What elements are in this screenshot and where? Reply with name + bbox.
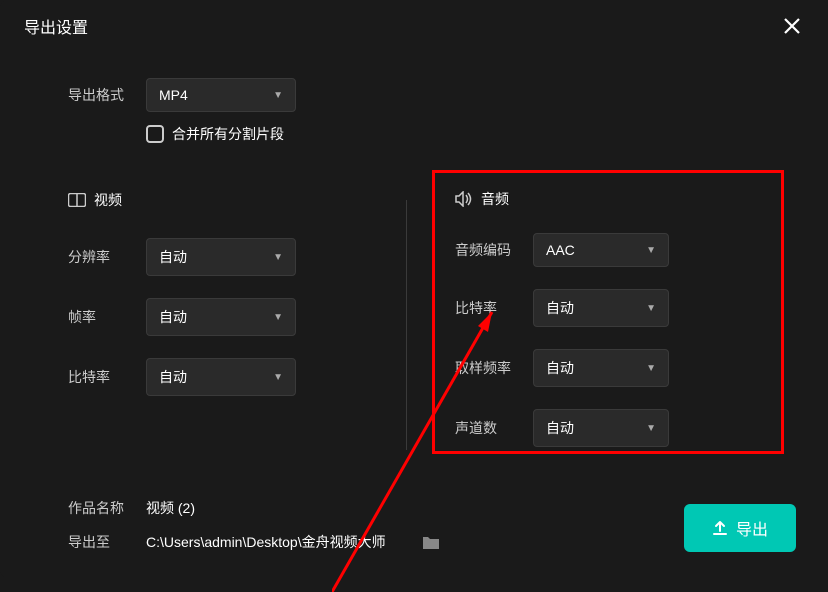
export-path-value: C:\Users\admin\Desktop\金舟视频大师 — [146, 532, 386, 552]
chevron-down-icon: ▼ — [273, 90, 283, 101]
fps-select[interactable]: 自动 ▼ — [146, 298, 296, 336]
chevron-down-icon: ▼ — [273, 252, 283, 263]
video-icon — [68, 193, 86, 207]
channels-select[interactable]: 自动 ▼ — [533, 409, 669, 447]
upload-icon — [712, 520, 728, 536]
settings-columns: 视频 分辨率 自动 ▼ 帧率 自动 ▼ 比 — [68, 190, 760, 418]
chevron-down-icon: ▼ — [646, 303, 656, 314]
audio-codec-row: 音频编码 AAC ▼ — [455, 233, 757, 267]
audio-bitrate-value: 自动 — [546, 298, 574, 318]
sample-rate-select[interactable]: 自动 ▼ — [533, 349, 669, 387]
merge-checkbox[interactable] — [146, 125, 164, 143]
audio-bitrate-select[interactable]: 自动 ▼ — [533, 289, 669, 327]
audio-section-title: 音频 — [481, 189, 509, 209]
chevron-down-icon: ▼ — [273, 312, 283, 323]
export-button-label: 导出 — [736, 516, 768, 540]
audio-codec-select[interactable]: AAC ▼ — [533, 233, 669, 267]
channels-value: 自动 — [546, 418, 574, 438]
chevron-down-icon: ▼ — [646, 245, 656, 256]
chevron-down-icon: ▼ — [646, 363, 656, 374]
resolution-value: 自动 — [159, 247, 187, 267]
format-row: 导出格式 MP4 ▼ — [68, 78, 760, 112]
audio-bitrate-label: 比特率 — [455, 298, 513, 318]
project-name-value: 视频 (2) — [146, 498, 195, 518]
dialog-header: 导出设置 — [0, 0, 828, 52]
audio-codec-label: 音频编码 — [455, 240, 513, 260]
folder-icon — [422, 535, 440, 550]
format-value: MP4 — [159, 87, 188, 103]
video-bitrate-select[interactable]: 自动 ▼ — [146, 358, 296, 396]
video-bitrate-value: 自动 — [159, 367, 187, 387]
fps-value: 自动 — [159, 307, 187, 327]
format-select[interactable]: MP4 ▼ — [146, 78, 296, 112]
export-button[interactable]: 导出 — [684, 504, 796, 552]
project-name-row: 作品名称 视频 (2) — [68, 498, 440, 518]
sample-rate-label: 取样频率 — [455, 358, 513, 378]
chevron-down-icon: ▼ — [646, 423, 656, 434]
sample-rate-value: 自动 — [546, 358, 574, 378]
audio-section-header: 音频 — [455, 189, 757, 209]
merge-checkbox-row: 合并所有分割片段 — [146, 124, 760, 144]
export-settings-dialog: 导出设置 导出格式 MP4 ▼ 合并所有分割片段 视频 — [0, 0, 828, 578]
audio-bitrate-row: 比特率 自动 ▼ — [455, 289, 757, 327]
audio-codec-value: AAC — [546, 242, 575, 258]
fps-label: 帧率 — [68, 307, 126, 327]
export-path-label: 导出至 — [68, 532, 126, 552]
footer-info: 作品名称 视频 (2) 导出至 C:\Users\admin\Desktop\金… — [68, 498, 440, 552]
chevron-down-icon: ▼ — [273, 372, 283, 383]
resolution-label: 分辨率 — [68, 247, 126, 267]
audio-highlight-box: 音频 音频编码 AAC ▼ 比特率 自动 ▼ — [432, 170, 784, 454]
channels-label: 声道数 — [455, 418, 513, 438]
dialog-footer: 作品名称 视频 (2) 导出至 C:\Users\admin\Desktop\金… — [68, 498, 796, 552]
merge-label: 合并所有分割片段 — [172, 124, 284, 144]
close-icon — [783, 17, 801, 35]
audio-icon — [455, 191, 473, 207]
channels-row: 声道数 自动 ▼ — [455, 409, 757, 447]
sample-rate-row: 取样频率 自动 ▼ — [455, 349, 757, 387]
close-button[interactable] — [780, 14, 804, 38]
video-bitrate-label: 比特率 — [68, 367, 126, 387]
dialog-title: 导出设置 — [24, 14, 88, 38]
dialog-content: 导出格式 MP4 ▼ 合并所有分割片段 视频 分辨率 — [0, 52, 828, 438]
project-name-label: 作品名称 — [68, 498, 126, 518]
video-section-title: 视频 — [94, 190, 122, 210]
browse-folder-button[interactable] — [422, 535, 440, 550]
export-path-row: 导出至 C:\Users\admin\Desktop\金舟视频大师 — [68, 532, 440, 552]
column-divider — [406, 200, 407, 450]
format-label: 导出格式 — [68, 85, 126, 105]
resolution-select[interactable]: 自动 ▼ — [146, 238, 296, 276]
